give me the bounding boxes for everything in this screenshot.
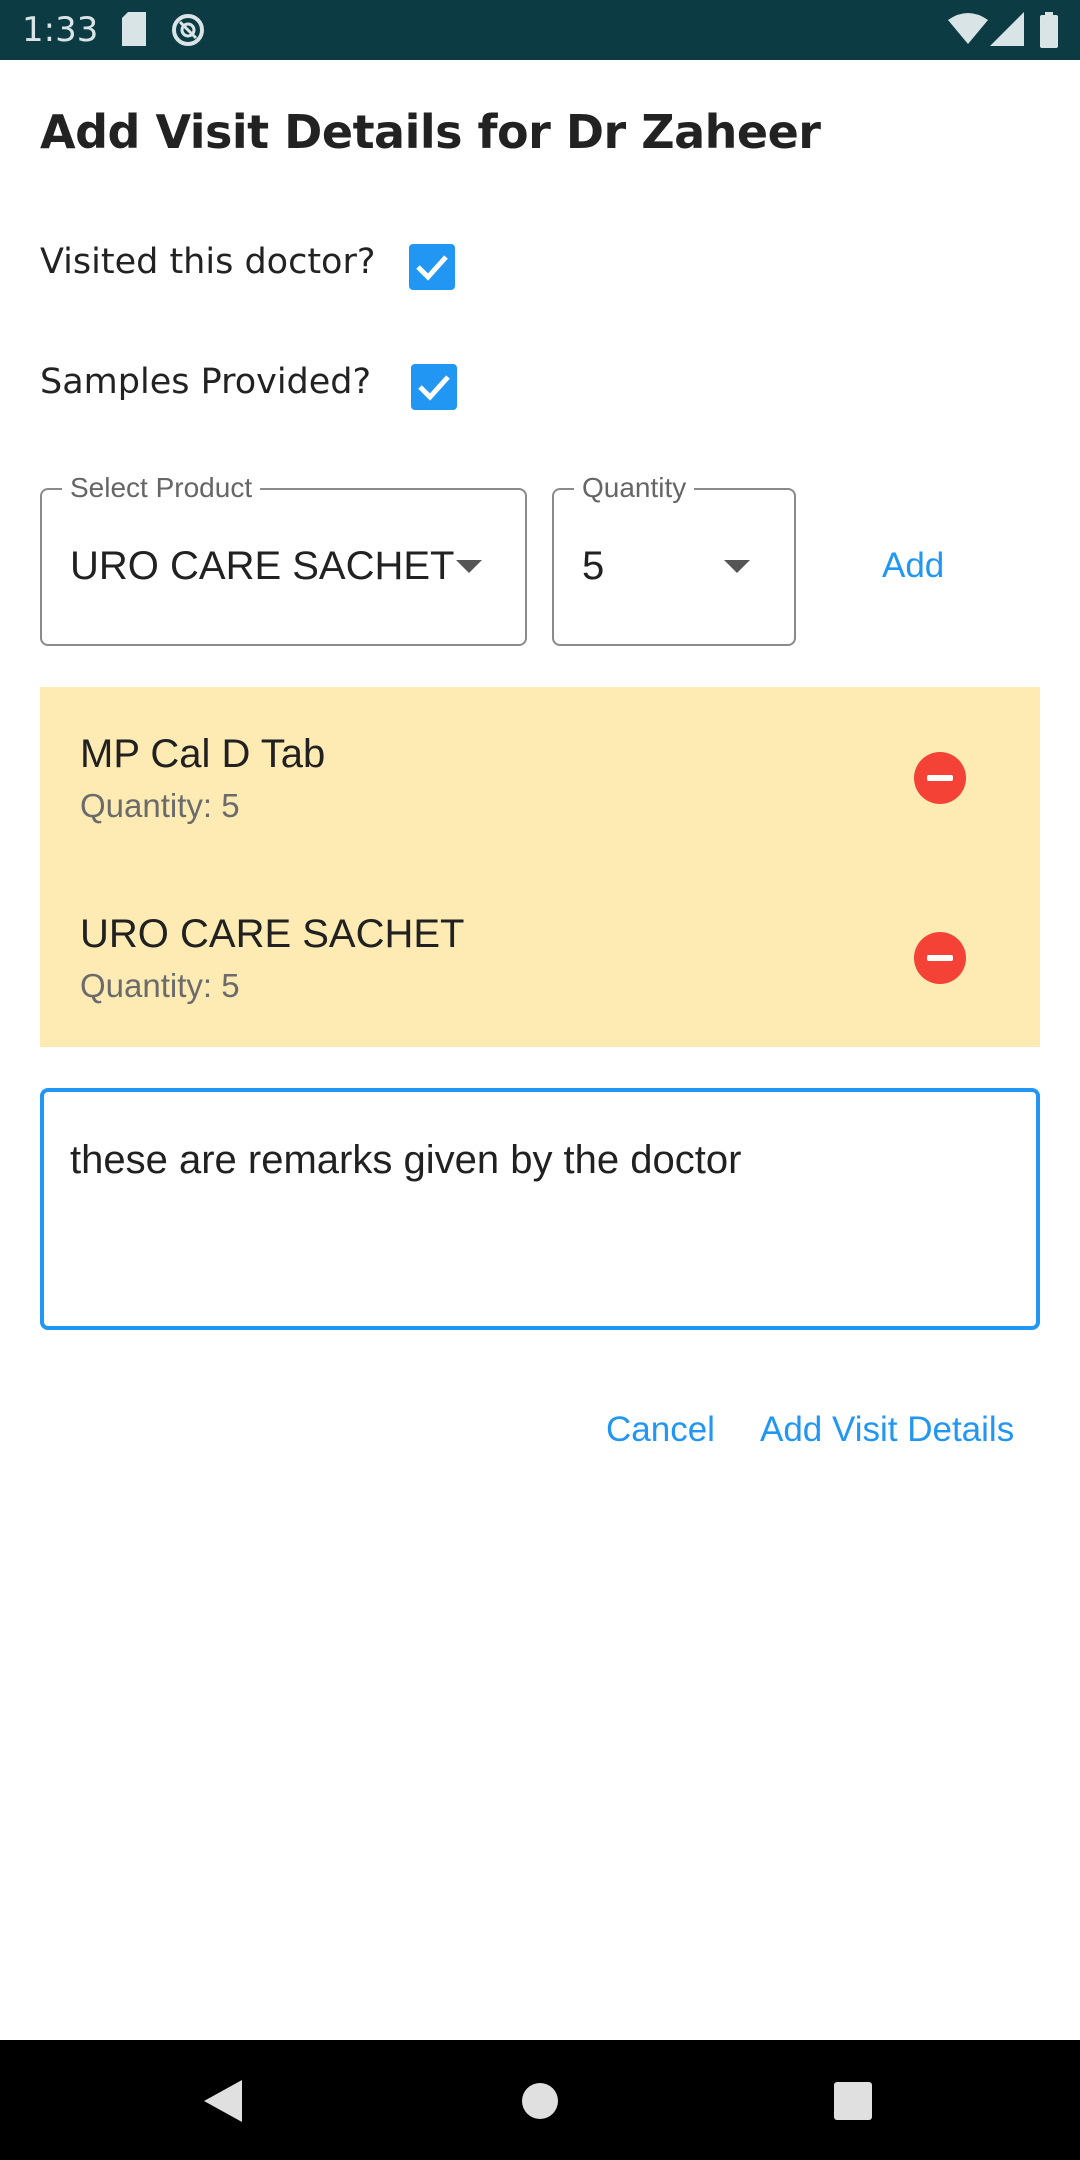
- product-select[interactable]: Select Product URO CARE SACHET: [40, 472, 527, 646]
- quantity-select-value: 5: [582, 544, 605, 588]
- check-icon: [418, 375, 450, 401]
- list-item: MP Cal D Tab Quantity: 5: [40, 687, 1040, 867]
- add-visit-details-button[interactable]: Add Visit Details: [760, 1410, 1014, 1450]
- back-icon[interactable]: [204, 2080, 244, 2127]
- add-product-button[interactable]: Add: [882, 546, 944, 586]
- cell-signal-icon: [990, 12, 1024, 51]
- dropdown-arrow-icon: [724, 560, 750, 573]
- item-quantity: Quantity: 5: [80, 787, 240, 824]
- sd-card-icon: [120, 12, 148, 51]
- list-item: URO CARE SACHET Quantity: 5: [40, 867, 1040, 1047]
- visited-checkbox[interactable]: [409, 244, 455, 290]
- battery-icon: [1040, 12, 1058, 53]
- remove-circle-icon[interactable]: [914, 932, 966, 984]
- navigation-bar: [0, 2040, 1080, 2160]
- wifi-icon: [948, 12, 988, 51]
- samples-checkbox[interactable]: [411, 364, 457, 410]
- visited-label: Visited this doctor?: [40, 242, 376, 282]
- data-saver-icon: [170, 12, 206, 53]
- home-icon[interactable]: [521, 2082, 559, 2125]
- item-name: MP Cal D Tab: [80, 732, 326, 776]
- cancel-button[interactable]: Cancel: [606, 1410, 715, 1450]
- status-bar: 1:33: [0, 0, 1080, 60]
- dropdown-arrow-icon: [456, 560, 482, 573]
- check-icon: [416, 255, 448, 281]
- item-name: URO CARE SACHET: [80, 912, 465, 956]
- quantity-select-label: Quantity: [574, 472, 695, 504]
- dialog-title: Add Visit Details for Dr Zaheer: [40, 105, 821, 159]
- added-products-list: MP Cal D Tab Quantity: 5 URO CARE SACHET…: [40, 687, 1040, 1047]
- status-time: 1:33: [22, 10, 99, 50]
- remarks-field[interactable]: these are remarks given by the doctor: [40, 1088, 1040, 1330]
- product-select-value: URO CARE SACHET: [70, 544, 455, 588]
- remarks-text: these are remarks given by the doctor: [70, 1138, 742, 1182]
- quantity-select[interactable]: Quantity 5: [552, 472, 796, 646]
- item-quantity: Quantity: 5: [80, 967, 240, 1004]
- remove-circle-icon[interactable]: [914, 752, 966, 804]
- samples-label: Samples Provided?: [40, 362, 372, 402]
- recents-icon[interactable]: [834, 2082, 872, 2125]
- product-select-label: Select Product: [62, 472, 261, 504]
